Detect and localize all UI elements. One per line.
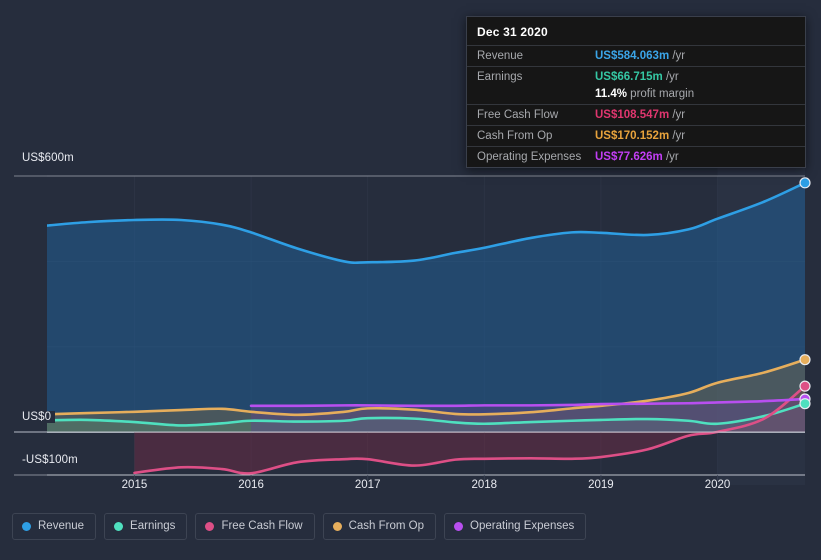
tooltip-row: Revenue US$584.063m /yr [467,45,805,66]
x-axis-tick-2015: 2015 [121,479,148,491]
tooltip-row-label: Cash From Op [477,130,553,142]
legend-item-revenue[interactable]: Revenue [12,513,97,540]
legend-color-dot-icon [332,522,342,531]
legend-item-label: Operating Expenses [470,519,575,532]
tooltip-row-value: US$584.063m [595,50,670,62]
legend-item-label: Earnings [130,519,176,532]
legend-item-cash-from-op[interactable]: Cash From Op [322,513,437,540]
tooltip-date: Dec 31 2020 [477,25,548,39]
tooltip-row-value: US$66.715m [595,71,663,83]
tooltip-row-label: Earnings [477,71,523,83]
tooltip-row: Earnings US$66.715m /yr [467,66,805,87]
legend-color-dot-icon [22,522,31,531]
chart-legend: Revenue Earnings Free Cash Flow Cash From O… [12,513,587,540]
tooltip-row-label: Free Cash Flow [477,109,559,121]
legend-item-earnings[interactable]: Earnings [104,513,188,540]
tooltip-row-value-wrap: US$108.547m /yr [595,109,685,121]
legend-item-label: Cash From Op [348,519,425,532]
profit-margin-label: profit margin [626,88,695,100]
tooltip-row-label: Operating Expenses [477,151,582,163]
tooltip-row-value: US$77.626m [595,151,663,163]
tooltip-row: Free Cash Flow US$108.547m /yr [467,104,805,125]
tooltip-rows: Revenue US$584.063m /yr Earnings US$66.715m… [467,45,805,167]
financial-performance-chart: US$600m US$0 -US$100m 2015 2016 2017 2018 20… [0,0,821,560]
y-axis-label-0: US$0 [22,411,56,423]
x-axis-tick-2020: 2020 [704,479,731,491]
legend-color-dot-icon [454,522,464,531]
tooltip-row-value-wrap: US$170.152m /yr [595,130,685,142]
tooltip-row-unit: /yr [669,50,686,62]
tooltip-row-unit: /yr [662,71,679,83]
x-axis-tick-2019: 2019 [588,479,614,491]
tooltip-row: Cash From Op US$170.152m /yr [467,125,805,146]
profit-margin-value: 11.4% [595,88,627,100]
tooltip-row-value-wrap: US$584.063m /yr [595,50,685,62]
legend-item-label: Revenue [38,519,85,532]
tooltip-row: Operating Expenses US$77.626m /yr [467,146,805,167]
tooltip-profit-margin-row: 11.4% profit margin [467,87,805,104]
legend-color-dot-icon [205,522,215,531]
x-axis-labels: 2015 2016 2017 2018 2019 2020 [0,479,821,499]
tooltip-row-unit: /yr [662,151,679,163]
y-axis-label-600: US$600m [22,152,78,164]
legend-color-dot-icon [114,522,124,531]
x-axis-tick-2017: 2017 [354,479,381,491]
data-point-tooltip: Dec 31 2020 Revenue US$584.063m /yr Earnin… [466,16,806,168]
legend-item-operating-expenses[interactable]: Operating Expenses [444,513,587,540]
tooltip-row-value-wrap: US$77.626m /yr [595,151,679,163]
tooltip-row-unit: /yr [669,130,686,142]
tooltip-row-label: Revenue [477,50,524,62]
tooltip-margin-wrap: 11.4% profit margin [595,88,694,100]
tooltip-row-value: US$108.547m [595,109,670,121]
tooltip-row-value: US$170.152m [595,130,670,142]
x-axis-tick-2016: 2016 [238,479,264,491]
x-axis-tick-2018: 2018 [471,479,498,491]
y-axis-label-neg100: -US$100m [22,454,82,466]
legend-item-label: Free Cash Flow [221,519,303,532]
legend-item-free-cash-flow[interactable]: Free Cash Flow [195,513,315,540]
tooltip-row-value-wrap: US$66.715m /yr [595,71,679,83]
tooltip-row-unit: /yr [669,109,686,121]
